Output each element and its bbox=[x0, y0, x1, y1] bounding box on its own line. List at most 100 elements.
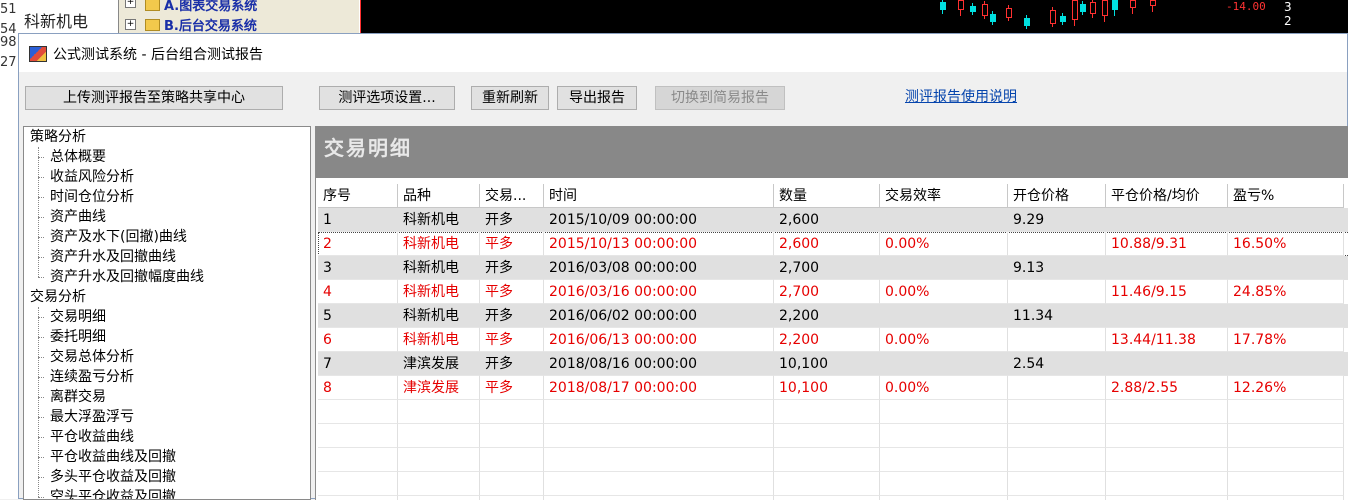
candle-body bbox=[1102, 0, 1108, 16]
nav-item[interactable]: 离群交易 bbox=[50, 387, 106, 407]
expand-icon[interactable]: + bbox=[125, 19, 136, 30]
table-cell bbox=[774, 472, 880, 496]
table-cell bbox=[1106, 472, 1228, 496]
column-header[interactable]: 平仓价格/均价 bbox=[1106, 184, 1228, 208]
table-row[interactable]: 4 科新机电 平多 2016/03/16 00:00:00 2,700 0.00% 11.4… bbox=[318, 280, 1348, 304]
table-cell: 科新机电 bbox=[398, 280, 480, 304]
side-number: 3 bbox=[1284, 0, 1292, 14]
table-cell bbox=[1008, 448, 1106, 472]
table-cell bbox=[480, 424, 544, 448]
table-cell bbox=[398, 472, 480, 496]
table-cell: 7 bbox=[318, 352, 398, 376]
table-cell: 0.00% bbox=[880, 280, 1008, 304]
tree-item-chart-system[interactable]: A.图表交易系统 bbox=[145, 0, 257, 14]
nav-item[interactable]: 空头平仓收益及回撤 bbox=[50, 487, 176, 499]
nav-item[interactable]: 平仓收益曲线及回撤 bbox=[50, 447, 176, 467]
table-row[interactable]: 3 科新机电 开多 2016/03/08 00:00:00 2,700 9.13 bbox=[318, 256, 1348, 280]
table-cell: 0.00% bbox=[880, 376, 1008, 400]
table-cell: 平多 bbox=[480, 280, 544, 304]
table-cell: 0.00% bbox=[880, 328, 1008, 352]
nav-section[interactable]: 策略分析 bbox=[30, 127, 86, 147]
test-options-button[interactable]: 测评选项设置... bbox=[319, 86, 455, 110]
table-cell bbox=[1008, 328, 1106, 352]
refresh-button[interactable]: 重新刷新 bbox=[471, 86, 549, 110]
table-cell: 开多 bbox=[480, 352, 544, 376]
table-cell: 科新机电 bbox=[398, 304, 480, 328]
candle-body bbox=[1006, 8, 1012, 18]
empty-row bbox=[318, 496, 1348, 500]
report-nav-tree: 策略分析 总体概要 收益风险分析 时间仓位分析 资产曲线 资产及水下(回撤)曲线 资产升水及… bbox=[23, 126, 311, 500]
table-row[interactable]: 6 科新机电 平多 2016/06/13 00:00:00 2,200 0.00% 13.4… bbox=[318, 328, 1348, 352]
upload-report-button[interactable]: 上传测评报告至策略共享中心 bbox=[25, 86, 283, 110]
table-cell: 10,100 bbox=[774, 376, 880, 400]
nav-item[interactable]: 交易总体分析 bbox=[50, 347, 134, 367]
table-row[interactable]: 8 津滨发展 平多 2018/08/17 00:00:00 10,100 0.00% 2.8… bbox=[318, 376, 1348, 400]
table-cell bbox=[480, 472, 544, 496]
nav-item[interactable]: 平仓收益曲线 bbox=[50, 427, 134, 447]
table-cell bbox=[1228, 424, 1344, 448]
nav-item[interactable]: 交易明细 bbox=[50, 307, 106, 327]
chart-axis bbox=[360, 0, 361, 33]
table-row[interactable]: 1 科新机电 开多 2015/10/09 00:00:00 2,600 9.29 bbox=[318, 208, 1348, 232]
candle-body bbox=[1050, 10, 1056, 24]
table-cell: 2.88/2.55 bbox=[1106, 376, 1228, 400]
nav-section[interactable]: 交易分析 bbox=[30, 287, 86, 307]
column-header[interactable]: 品种 bbox=[398, 184, 480, 208]
table-row[interactable]: 5 科新机电 开多 2016/06/02 00:00:00 2,200 11.34 bbox=[318, 304, 1348, 328]
table-cell: 津滨发展 bbox=[398, 376, 480, 400]
table-cell: 开多 bbox=[480, 304, 544, 328]
column-header[interactable]: 交易... bbox=[480, 184, 544, 208]
title-bar[interactable]: 公式测试系统 - 后台组合测试报告 bbox=[19, 34, 1347, 72]
table-cell: 10,100 bbox=[774, 352, 880, 376]
empty-row bbox=[318, 472, 1348, 496]
table-cell bbox=[880, 256, 1008, 280]
switch-simple-report-button[interactable]: 切换到简易报告 bbox=[655, 86, 785, 110]
table-cell: 2015/10/13 00:00:00 bbox=[544, 232, 774, 256]
column-header[interactable]: 盈亏% bbox=[1228, 184, 1344, 208]
table-cell: 10.88/9.31 bbox=[1106, 232, 1228, 256]
column-header[interactable]: 开仓价格 bbox=[1008, 184, 1106, 208]
export-report-button[interactable]: 导出报告 bbox=[557, 86, 637, 110]
table-cell: 2,700 bbox=[774, 280, 880, 304]
nav-item[interactable]: 最大浮盈浮亏 bbox=[50, 407, 134, 427]
nav-item[interactable]: 资产曲线 bbox=[50, 207, 106, 227]
column-header[interactable]: 交易效率 bbox=[880, 184, 1008, 208]
table-cell bbox=[1228, 400, 1344, 424]
expand-icon[interactable]: + bbox=[125, 0, 136, 8]
candle-body bbox=[1112, 0, 1118, 10]
nav-item[interactable]: 总体概要 bbox=[50, 147, 106, 167]
nav-item[interactable]: 委托明细 bbox=[50, 327, 106, 347]
background-left-column: 51 54 bbox=[0, 0, 24, 33]
table-cell bbox=[318, 400, 398, 424]
app-icon bbox=[29, 46, 47, 62]
nav-item[interactable]: 资产升水及回撤幅度曲线 bbox=[50, 267, 204, 287]
tree-item-backend-system[interactable]: B.后台交易系统 bbox=[145, 15, 257, 33]
empty-row bbox=[318, 448, 1348, 472]
nav-item[interactable]: 资产升水及回撤曲线 bbox=[50, 247, 176, 267]
table-row[interactable]: 2 科新机电 平多 2015/10/13 00:00:00 2,600 0.00% 10.8… bbox=[318, 232, 1348, 256]
table-cell bbox=[544, 472, 774, 496]
candle-body bbox=[940, 2, 946, 10]
empty-row bbox=[318, 400, 1348, 424]
candle-body bbox=[1090, 2, 1096, 14]
table-row[interactable]: 7 津滨发展 开多 2018/08/16 00:00:00 10,100 2.54 bbox=[318, 352, 1348, 376]
table-cell: 科新机电 bbox=[398, 232, 480, 256]
nav-item[interactable]: 收益风险分析 bbox=[50, 167, 134, 187]
table-cell: 3 bbox=[318, 256, 398, 280]
table-cell bbox=[398, 400, 480, 424]
report-help-link[interactable]: 测评报告使用说明 bbox=[905, 86, 1017, 106]
table-cell: 6 bbox=[318, 328, 398, 352]
nav-item[interactable]: 连续盈亏分析 bbox=[50, 367, 134, 387]
column-header[interactable]: 序号 bbox=[318, 184, 398, 208]
column-header[interactable]: 数量 bbox=[774, 184, 880, 208]
table-cell: 开多 bbox=[480, 256, 544, 280]
nav-item[interactable]: 资产及水下(回撤)曲线 bbox=[50, 227, 187, 247]
column-header[interactable]: 时间 bbox=[544, 184, 774, 208]
nav-item[interactable]: 多头平仓收益及回撤 bbox=[50, 467, 176, 487]
background-number: 27 bbox=[0, 55, 17, 70]
table-cell: 2.54 bbox=[1008, 352, 1106, 376]
table-cell: 11.34 bbox=[1008, 304, 1106, 328]
table-cell: 2016/03/16 00:00:00 bbox=[544, 280, 774, 304]
table-cell bbox=[1228, 352, 1344, 376]
nav-item[interactable]: 时间仓位分析 bbox=[50, 187, 134, 207]
